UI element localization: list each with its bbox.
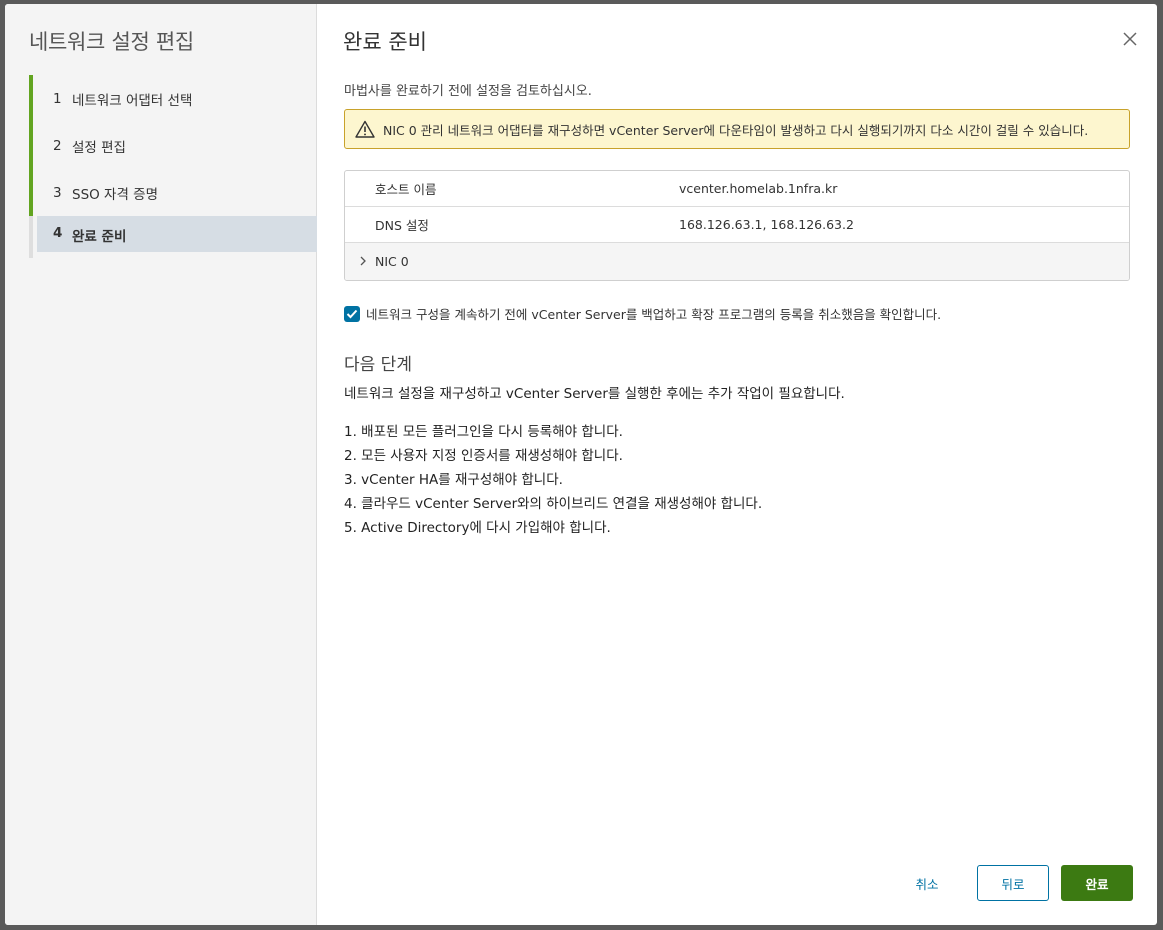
next-steps-description: 네트워크 설정을 재구성하고 vCenter Server를 실행한 후에는 추…: [344, 386, 845, 402]
summary-row-dns: DNS 설정 168.126.63.1, 168.126.63.2: [345, 207, 1129, 243]
row-key: DNS 설정: [375, 218, 429, 233]
row-value: 168.126.63.1, 168.126.63.2: [679, 217, 854, 232]
step-number: 4: [53, 225, 63, 241]
step-select-adapter[interactable]: 1 네트워크 어댑터 선택: [29, 75, 317, 122]
list-item: 1. 배포된 모든 플러그인을 다시 등록해야 합니다.: [344, 424, 623, 440]
close-icon[interactable]: [1121, 30, 1139, 48]
next-steps-title: 다음 단계: [344, 355, 412, 375]
page-title: 완료 준비: [343, 30, 427, 54]
step-number: 3: [53, 184, 62, 201]
step-label: SSO 자격 증명: [72, 186, 159, 203]
step-ready-to-complete[interactable]: 4 완료 준비: [29, 216, 317, 258]
step-label: 네트워크 어댑터 선택: [72, 92, 193, 109]
step-number: 1: [53, 90, 62, 107]
page-subtitle: 마법사를 완료하기 전에 설정을 검토하십시오.: [344, 84, 592, 99]
network-settings-dialog: 네트워크 설정 편집 1 네트워크 어댑터 선택 2 설정 편집 3 SSO 자…: [5, 4, 1157, 925]
row-value: vcenter.homelab.1nfra.kr: [679, 181, 838, 196]
alert-text: NIC 0 관리 네트워크 어댑터를 재구성하면 vCenter Server에…: [383, 122, 1089, 138]
summary-row-nic-expandable[interactable]: NIC 0: [345, 243, 1129, 280]
list-item: 3. vCenter HA를 재구성해야 합니다.: [344, 472, 563, 488]
confirm-label: 네트워크 구성을 계속하기 전에 vCenter Server를 백업하고 확장…: [366, 307, 942, 322]
next-steps-list: 1. 배포된 모든 플러그인을 다시 등록해야 합니다. 2. 모든 사용자 지…: [344, 420, 762, 540]
warning-icon: [355, 120, 375, 138]
list-item: 2. 모든 사용자 지정 인증서를 재생성해야 합니다.: [344, 448, 623, 464]
nic-label: NIC 0: [375, 254, 409, 269]
list-item: 5. Active Directory에 다시 가입해야 합니다.: [344, 520, 611, 536]
step-label: 설정 편집: [72, 139, 126, 156]
chevron-right-icon[interactable]: [359, 254, 369, 269]
wizard-content: 완료 준비 마법사를 완료하기 전에 설정을 검토하십시오. NIC 0 관리 …: [317, 4, 1157, 925]
step-edit-settings[interactable]: 2 설정 편집: [29, 122, 317, 169]
wizard-steps: 1 네트워크 어댑터 선택 2 설정 편집 3 SSO 자격 증명 4 완료 준…: [29, 75, 317, 258]
confirm-checkbox[interactable]: [344, 305, 360, 322]
row-key: 호스트 이름: [375, 182, 437, 197]
step-label: 완료 준비: [72, 229, 127, 245]
summary-table: 호스트 이름 vcenter.homelab.1nfra.kr DNS 설정 1…: [344, 170, 1130, 281]
wizard-sidebar: 네트워크 설정 편집 1 네트워크 어댑터 선택 2 설정 편집 3 SSO 자…: [5, 4, 317, 925]
step-number: 2: [53, 137, 62, 154]
confirm-backup[interactable]: 네트워크 구성을 계속하기 전에 vCenter Server를 백업하고 확장…: [344, 304, 941, 323]
back-button[interactable]: 뒤로: [977, 865, 1049, 901]
wizard-title: 네트워크 설정 편집: [29, 30, 194, 54]
summary-row-hostname: 호스트 이름 vcenter.homelab.1nfra.kr: [345, 171, 1129, 207]
cancel-button[interactable]: 취소: [892, 865, 962, 901]
finish-button[interactable]: 완료: [1061, 865, 1133, 901]
step-sso-credentials[interactable]: 3 SSO 자격 증명: [29, 169, 317, 216]
warning-alert: NIC 0 관리 네트워크 어댑터를 재구성하면 vCenter Server에…: [344, 109, 1130, 149]
list-item: 4. 클라우드 vCenter Server와의 하이브리드 연결을 재생성해야…: [344, 496, 763, 512]
